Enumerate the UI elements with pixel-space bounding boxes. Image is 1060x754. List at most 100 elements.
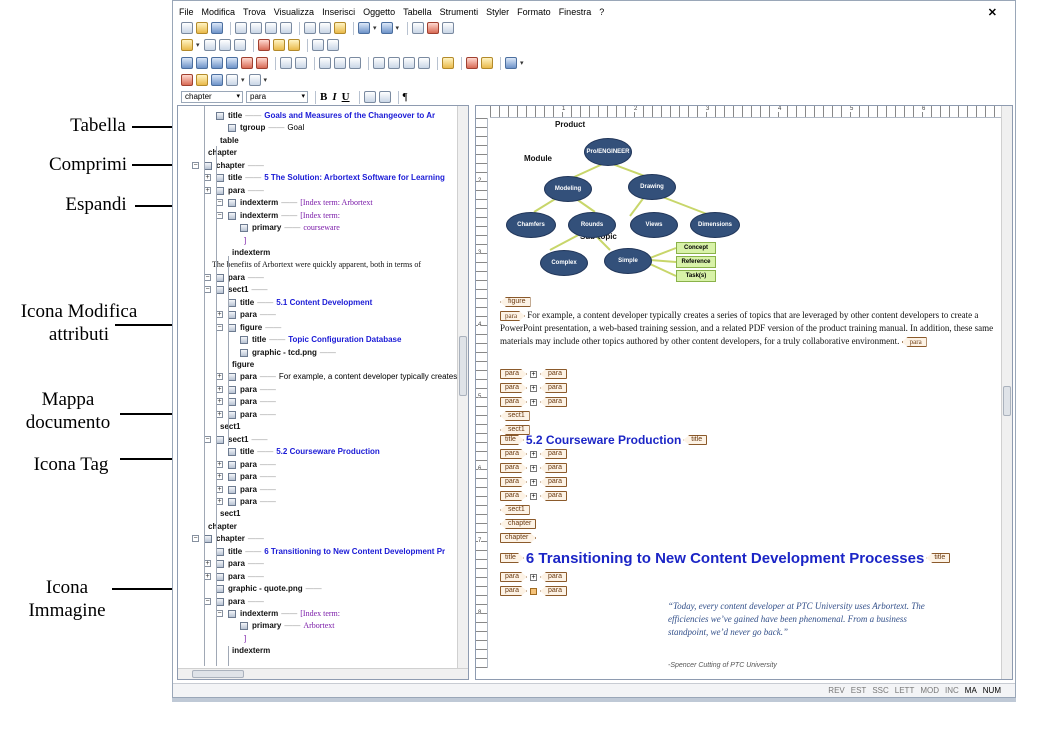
tag-icon[interactable] — [240, 224, 248, 233]
tag-icon[interactable] — [228, 473, 236, 482]
tree-row[interactable]: ] — [178, 235, 456, 247]
table-insert-column-left-icon[interactable] — [211, 57, 223, 69]
tag-icon[interactable] — [228, 373, 236, 382]
tree-row[interactable]: − sect1 —— — [178, 434, 456, 446]
style-icon[interactable] — [287, 39, 300, 51]
tree-row[interactable]: table — [178, 135, 456, 147]
para-tag[interactable]: para — [540, 397, 568, 407]
save-icon[interactable] — [211, 22, 223, 34]
undo-icon[interactable] — [358, 22, 370, 34]
menu-visualizza[interactable]: Visualizza — [274, 7, 314, 17]
element-select[interactable]: chapter — [181, 91, 243, 103]
insert-symbol-dropdown-icon[interactable]: ▾ — [241, 76, 245, 84]
collapse-icon[interactable]: − — [204, 286, 211, 294]
tree-row[interactable]: figure — [178, 359, 456, 371]
tag-icon[interactable] — [228, 398, 236, 407]
sect1-tag[interactable]: sect1 — [500, 505, 530, 515]
tree-row[interactable]: − para —— — [178, 596, 456, 608]
tag-icon[interactable] — [216, 435, 224, 444]
join-icon[interactable] — [233, 39, 246, 51]
tree-row[interactable]: title —— Goals and Measures of the Changeo… — [178, 110, 456, 122]
change-markup-icon[interactable] — [203, 39, 216, 51]
tree-row[interactable]: + para —— — [178, 459, 456, 471]
expand-icon[interactable]: + — [216, 497, 223, 505]
document-map-vertical-scrollbar[interactable] — [457, 106, 468, 669]
scrollbar-thumb[interactable] — [1003, 386, 1011, 416]
tree-row[interactable]: + para —— — [178, 384, 456, 396]
para-end-tag[interactable]: para — [901, 336, 927, 347]
expand-icon[interactable]: + — [530, 573, 538, 581]
redo-dropdown-icon[interactable]: ▾ — [396, 24, 400, 32]
collapse-icon[interactable]: − — [216, 211, 223, 219]
tree-row[interactable]: + para —— — [178, 496, 456, 508]
tree-row[interactable]: + para —— — [178, 484, 456, 496]
tree-row[interactable]: + para —— — [178, 571, 456, 583]
expand-icon[interactable]: + — [530, 370, 538, 378]
expand-icon[interactable]: + — [216, 473, 223, 481]
menu-oggetto[interactable]: Oggetto — [363, 7, 395, 17]
tag-icon[interactable] — [228, 460, 236, 469]
tree-row[interactable]: sect1 — [178, 421, 456, 433]
tree-row[interactable]: title —— Topic Configuration Database — [178, 334, 456, 346]
tree-row[interactable]: + para —— For example, a content developer … — [178, 371, 458, 383]
table-delete-row-icon[interactable] — [241, 57, 253, 69]
tree-row[interactable]: graphic - quote.png —— — [178, 583, 456, 595]
style-select[interactable]: para — [246, 91, 308, 103]
numbered-list-icon[interactable] — [363, 91, 376, 103]
tag-icon[interactable] — [228, 448, 236, 457]
sect1-tag[interactable]: sect1 — [500, 411, 530, 421]
copy-icon[interactable] — [319, 22, 331, 34]
tree-row[interactable]: primary —— courseware — [178, 222, 456, 234]
tag-icon[interactable] — [216, 186, 224, 195]
expand-icon[interactable]: + — [204, 186, 211, 194]
figure-end-tag[interactable]: figure — [500, 297, 531, 307]
tag-icon[interactable] — [228, 311, 236, 320]
tag-icon[interactable] — [228, 497, 236, 506]
tag-icon[interactable] — [228, 211, 236, 220]
expand-icon[interactable]: + — [530, 398, 538, 406]
tag-icon[interactable] — [216, 560, 224, 569]
tree-row[interactable]: + title —— 5 The Solution: Arbortext Softwa… — [178, 172, 456, 184]
align-right-icon[interactable] — [403, 57, 415, 69]
increase-font-icon[interactable] — [311, 39, 324, 51]
collapse-icon[interactable]: − — [216, 323, 223, 331]
para-tag[interactable]: para — [500, 463, 527, 473]
show-tags-button[interactable]: ¶ — [403, 91, 408, 103]
undo-dropdown-icon[interactable]: ▾ — [373, 24, 377, 32]
modify-attributes-icon[interactable] — [257, 39, 270, 51]
tree-row[interactable]: + para —— — [178, 396, 456, 408]
expand-icon[interactable]: + — [216, 460, 223, 468]
table-properties-icon[interactable] — [442, 57, 454, 69]
table-insert-row-below-icon[interactable] — [196, 57, 208, 69]
tag-icon[interactable] — [240, 622, 248, 631]
tree-row[interactable]: graphic - tcd.png —— — [178, 347, 456, 359]
tree-row[interactable]: − chapter —— — [178, 160, 456, 172]
image-icon[interactable] — [530, 587, 538, 595]
para-start-tag[interactable]: para — [500, 311, 525, 321]
align-center-icon[interactable] — [388, 57, 400, 69]
new-document-icon[interactable] — [181, 22, 193, 34]
paste-icon[interactable] — [334, 22, 346, 34]
tag-icon[interactable] — [216, 597, 224, 606]
tag-icon[interactable] — [204, 161, 212, 170]
cell-borders-icon[interactable] — [466, 57, 478, 69]
tag-icon[interactable] — [240, 336, 248, 345]
image-icon[interactable] — [240, 348, 248, 357]
check-completeness-icon[interactable] — [272, 39, 285, 51]
insert-list-icon[interactable] — [248, 74, 261, 86]
tag-icon[interactable] — [204, 535, 212, 544]
para-tag[interactable]: para — [540, 477, 568, 487]
heading-6[interactable]: 6 Transitioning to New Content Developme… — [526, 550, 924, 567]
fill-color-icon[interactable] — [505, 57, 517, 69]
tree-row[interactable]: The benefits of Arbortext were quickly a… — [178, 259, 456, 271]
menu-styler[interactable]: Styler — [486, 7, 509, 17]
para-tag[interactable]: para — [500, 586, 527, 596]
collapse-icon[interactable]: − — [192, 161, 199, 169]
image-icon[interactable] — [216, 585, 224, 594]
para-tag[interactable]: para — [540, 572, 568, 582]
document-vertical-scrollbar[interactable] — [1001, 106, 1012, 679]
expand-icon[interactable]: + — [216, 398, 223, 406]
document-map-horizontal-scrollbar[interactable] — [178, 668, 468, 679]
menu-tabella[interactable]: Tabella — [403, 7, 432, 17]
menu-trova[interactable]: Trova — [243, 7, 266, 17]
